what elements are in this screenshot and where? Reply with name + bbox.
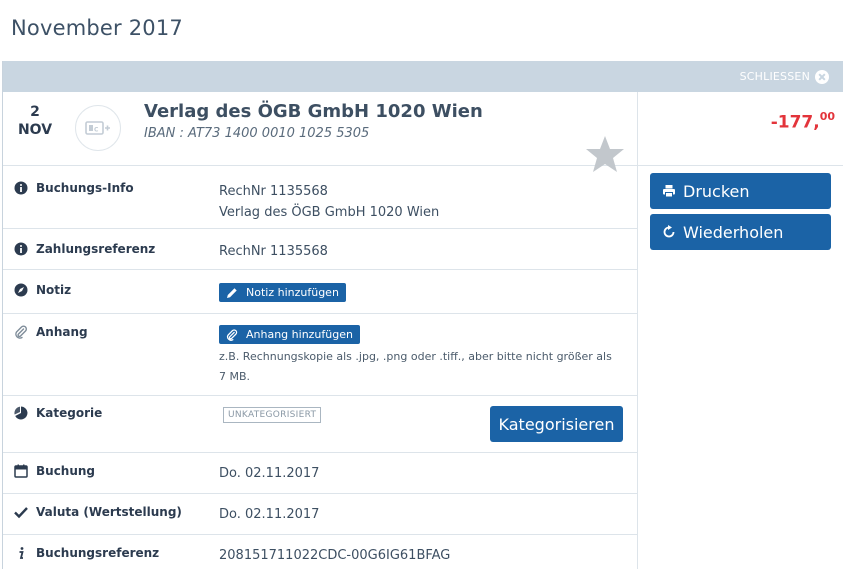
buchungs-info-line1: RechNr 1135568	[219, 184, 328, 199]
buchung-value: Do. 02.11.2017	[219, 466, 320, 481]
close-label: SCHLIESSEN	[739, 70, 810, 83]
transaction-date: 2 NOV	[17, 103, 53, 139]
actions-column: Drucken Wiederholen	[638, 166, 843, 569]
repeat-button[interactable]: Wiederholen	[650, 214, 831, 250]
close-icon	[815, 69, 829, 84]
transaction-header: 2 NOV C Verlag des ÖGB GmbH 1020 Wien IB…	[3, 92, 843, 172]
zahlungsreferenz-value: RechNr 1135568	[219, 244, 328, 259]
detail-row-anhang: Anhang Anhang hinzufügen z.B. Rechnungsk…	[3, 314, 637, 396]
paperclip-icon	[227, 328, 238, 341]
anhang-label: Anhang	[36, 325, 88, 339]
valuta-value: Do. 02.11.2017	[219, 507, 320, 522]
merchant-name: Verlag des ÖGB GmbH 1020 Wien	[144, 101, 483, 122]
details-list: Buchungs-Info RechNr 1135568 Verlag des …	[3, 166, 638, 569]
print-button[interactable]: Drucken	[650, 173, 831, 209]
date-day: 2	[30, 104, 40, 120]
checkmark-icon	[14, 507, 28, 519]
detail-row-buchungsreferenz: Buchungsreferenz 208151711022CDC-00G6IG6…	[3, 535, 637, 569]
kategorie-label: Kategorie	[36, 406, 103, 420]
detail-row-buchung: Buchung Do. 02.11.2017	[3, 453, 637, 494]
detail-row-valuta: Valuta (Wertstellung) Do. 02.11.2017	[3, 494, 637, 535]
printer-icon	[663, 185, 675, 198]
valuta-label: Valuta (Wertstellung)	[36, 505, 182, 519]
attachment-hint: z.B. Rechnungskopie als .jpg, .png oder …	[219, 349, 612, 383]
category-badge: UNKATEGORISIERT	[223, 407, 322, 423]
panel-topbar: SCHLIESSEN	[3, 61, 843, 92]
buchungs-info-label: Buchungs-Info	[36, 181, 134, 195]
amount-main: -177,	[770, 112, 820, 133]
transaction-detail-panel: SCHLIESSEN 2 NOV C Verlag des ÖGB GmbH 1…	[2, 61, 843, 569]
page-title: November 2017	[11, 16, 183, 40]
calendar-icon	[14, 464, 28, 478]
buchungsreferenz-label: Buchungsreferenz	[36, 546, 160, 560]
detail-row-notiz: Notiz Notiz hinzufügen	[3, 270, 637, 314]
add-attachment-label: Anhang hinzufügen	[246, 328, 353, 341]
detail-row-buchungs-info: Buchungs-Info RechNr 1135568 Verlag des …	[3, 166, 637, 229]
info-icon	[14, 242, 28, 256]
svg-text:C: C	[94, 127, 99, 134]
close-button[interactable]: SCHLIESSEN	[739, 69, 829, 84]
iban: IBAN : AT73 1400 0010 1025 5305	[144, 126, 370, 141]
info-icon	[14, 181, 28, 195]
add-note-label: Notiz hinzufügen	[246, 286, 339, 299]
compass-icon	[14, 283, 28, 297]
zahlungsreferenz-label: Zahlungsreferenz	[36, 242, 156, 256]
detail-row-zahlungsreferenz: Zahlungsreferenz RechNr 1135568	[3, 229, 637, 270]
notiz-label: Notiz	[36, 283, 72, 297]
buchungs-info-line2: Verlag des ÖGB GmbH 1020 Wien	[219, 205, 440, 220]
pie-chart-icon	[14, 406, 28, 420]
buchungsreferenz-value: 208151711022CDC-00G6IG61BFAG	[219, 548, 451, 563]
transaction-amount: -177,00	[770, 110, 835, 133]
repeat-label: Wiederholen	[683, 222, 784, 242]
refresh-icon	[663, 225, 675, 238]
transaction-summary: 2 NOV C Verlag des ÖGB GmbH 1020 Wien IB…	[3, 92, 638, 172]
paperclip-icon	[15, 325, 28, 339]
info-italic-icon	[19, 547, 24, 559]
add-attachment-button[interactable]: Anhang hinzufügen	[219, 325, 360, 344]
buchung-label: Buchung	[36, 464, 96, 478]
add-note-button[interactable]: Notiz hinzufügen	[219, 283, 346, 302]
pencil-icon	[227, 287, 237, 298]
print-label: Drucken	[683, 181, 750, 201]
categorize-button[interactable]: Kategorisieren	[490, 406, 623, 442]
detail-row-kategorie: Kategorie UNKATEGORISIERT Kategorisieren	[3, 396, 637, 453]
amount-cents: 00	[819, 110, 835, 123]
merchant-logo: C	[75, 105, 121, 151]
transaction-body: Buchungs-Info RechNr 1135568 Verlag des …	[3, 166, 843, 569]
amount-area: -177,00	[638, 92, 843, 165]
bank-card-icon: C	[85, 121, 110, 135]
date-month: NOV	[17, 122, 53, 138]
